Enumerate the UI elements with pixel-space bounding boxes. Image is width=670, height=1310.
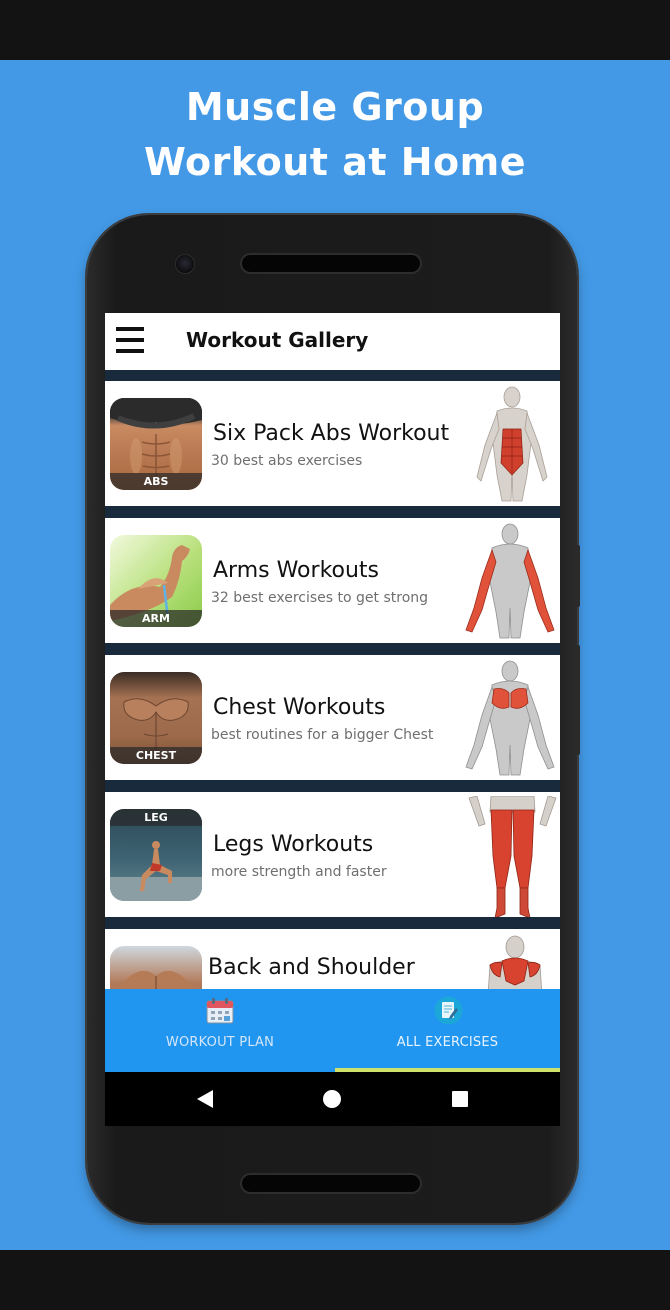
bottom-navigation: WORKOUT PLAN ALL EXERCISES [105,989,560,1072]
arms-thumbnail: ARM [110,535,202,627]
hamburger-menu-icon[interactable] [116,327,144,353]
workout-card-chest[interactable]: CHEST Chest Workouts best routines for a… [105,655,560,780]
tab-label: ALL EXERCISES [335,1035,560,1050]
recents-button[interactable] [430,1072,490,1126]
arms-anatomy-icon [460,522,560,639]
abs-anatomy-icon [467,385,557,502]
workout-card-legs[interactable]: LEG Legs Workouts more strength and fast… [105,792,560,917]
system-navigation-bar [105,1072,560,1126]
app-title: Workout Gallery [186,328,368,352]
volume-button [576,645,580,755]
home-button[interactable] [302,1072,362,1126]
home-icon [302,1072,362,1126]
workout-title: Back and Shoulder [208,955,415,980]
legs-anatomy-icon [465,796,560,917]
workout-title: Legs Workouts [213,832,373,857]
top-speaker [242,255,420,272]
workout-subtitle: best routines for a bigger Chest [211,727,433,743]
workout-title: Chest Workouts [213,695,385,720]
app-screen: Workout Gallery ABS Six Pack Abs Workout [105,313,560,1126]
arms-badge: ARM [110,610,202,627]
app-bar: Workout Gallery [105,313,560,370]
workout-subtitle: 32 best exercises to get strong [211,590,428,606]
abs-thumbnail: ABS [110,398,202,490]
workout-card-arms[interactable]: ARM Arms Workouts 32 best exercises to g… [105,518,560,643]
back-anatomy-icon [480,935,550,995]
promo-title-line1: Muscle Group [0,80,670,135]
workout-title: Arms Workouts [213,558,379,583]
recents-icon [430,1072,490,1126]
bottom-speaker [242,1175,420,1192]
legs-badge: LEG [110,809,202,826]
back-icon [175,1072,235,1126]
tab-all-exercises[interactable]: ALL EXERCISES [335,989,560,1072]
front-camera-icon [176,255,194,273]
calendar-icon [206,997,234,1024]
back-button[interactable] [175,1072,235,1126]
abs-badge: ABS [110,473,202,490]
tab-workout-plan[interactable]: WORKOUT PLAN [105,989,335,1072]
chest-badge: CHEST [110,747,202,764]
power-button [576,545,580,607]
document-edit-icon [434,996,463,1025]
workout-subtitle: 30 best abs exercises [211,453,362,469]
workout-title: Six Pack Abs Workout [213,421,449,446]
workout-subtitle: more strength and faster [211,864,387,880]
promo-title-line2: Workout at Home [0,135,670,190]
chest-anatomy-icon [460,659,560,776]
legs-thumbnail: LEG [110,809,202,901]
chest-thumbnail: CHEST [110,672,202,764]
tab-label: WORKOUT PLAN [105,1035,335,1050]
workout-card-abs[interactable]: ABS Six Pack Abs Workout 30 best abs exe… [105,381,560,506]
promo-title: Muscle Group Workout at Home [0,80,670,190]
